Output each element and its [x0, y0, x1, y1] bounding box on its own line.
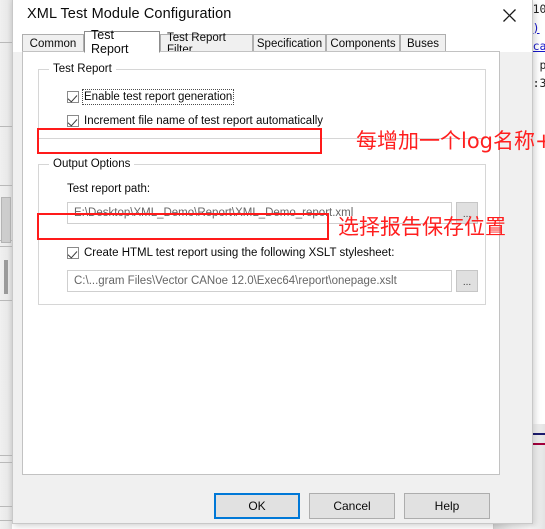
tab-test-report-filter[interactable]: Test Report Filter	[160, 32, 253, 56]
tab-page-test-report: Test Report Enable test report generatio…	[22, 51, 500, 475]
checkbox-increment-file-name[interactable]: Increment file name of test report autom…	[67, 115, 323, 127]
checkbox-enable-test-report-generation-label: Enable test report generation	[81, 89, 235, 105]
ok-button[interactable]: OK	[214, 493, 300, 519]
background-left-scrollbar[interactable]	[0, 0, 12, 529]
checkbox-create-html-report[interactable]: Create HTML test report using the follow…	[67, 247, 394, 259]
checkbox-enable-test-report-generation[interactable]: Enable test report generation	[67, 89, 235, 105]
dialog-titlebar: XML Test Module Configuration	[13, 0, 532, 30]
tab-specification[interactable]: Specification	[253, 34, 326, 52]
xslt-stylesheet-input[interactable]: C:\...gram Files\Vector CANoe 12.0\Exec6…	[67, 270, 452, 292]
tab-strip: Common Test Report Test Report Filter Sp…	[13, 28, 532, 56]
checkbox-increment-file-name-label: Increment file name of test report autom…	[84, 115, 324, 127]
dialog-title: XML Test Module Configuration	[27, 6, 232, 22]
help-button[interactable]: Help	[404, 493, 490, 519]
tab-common[interactable]: Common	[22, 34, 84, 52]
tab-components[interactable]: Components	[326, 34, 400, 52]
background-scrollbar-marker	[4, 260, 8, 294]
cancel-button[interactable]: Cancel	[309, 493, 395, 519]
checkbox-increment-file-name-box[interactable]	[67, 115, 79, 127]
group-test-report-legend: Test Report	[49, 62, 116, 76]
test-report-path-label: Test report path:	[67, 183, 151, 195]
group-output-options-legend: Output Options	[49, 157, 135, 171]
group-test-report: Test Report Enable test report generatio…	[38, 62, 486, 139]
tab-buses[interactable]: Buses	[400, 34, 446, 52]
tab-test-report[interactable]: Test Report	[84, 28, 160, 56]
xslt-stylesheet-browse-button[interactable]: ...	[456, 270, 478, 292]
annotation-text-increment: 每增加一个log名称+1	[356, 129, 545, 153]
checkbox-enable-test-report-generation-box[interactable]	[67, 91, 79, 103]
annotation-text-report-path: 选择报告保存位置	[338, 215, 506, 239]
checkbox-create-html-report-box[interactable]	[67, 247, 79, 259]
close-icon[interactable]	[487, 0, 532, 30]
xml-test-module-configuration-dialog: XML Test Module Configuration Common Tes…	[12, 0, 533, 524]
background-scrollbar-thumb[interactable]	[1, 197, 11, 243]
checkbox-create-html-report-label: Create HTML test report using the follow…	[84, 247, 395, 259]
